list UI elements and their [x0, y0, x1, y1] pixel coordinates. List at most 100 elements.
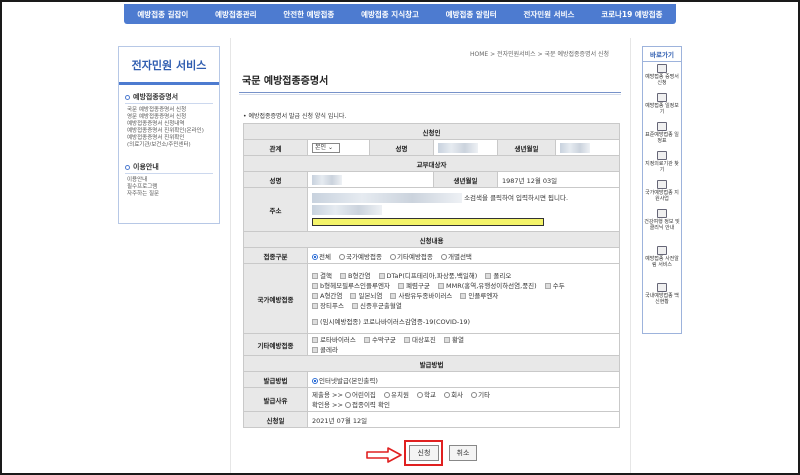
title-divider — [239, 92, 621, 93]
vtype-options: 전체 국가예방접종 기타예방접종 개별선택 — [306, 247, 621, 264]
checkbox-icon — [312, 336, 318, 343]
reason-label: 발급사유 — [243, 387, 308, 412]
nav-item-knowledge[interactable]: 예방접종 지식창고 — [361, 9, 419, 20]
applicant-birth-value — [554, 139, 621, 156]
option-label: 기타예방접종 — [397, 252, 433, 261]
chk-je[interactable]: 일본뇌염 — [350, 292, 382, 300]
sidebar-item-history[interactable]: 예방접종증명서 신청내역 — [127, 121, 219, 128]
quick-item-clinic[interactable]: 지정의료기관 찾기 — [643, 149, 681, 178]
option-label: B형간염 — [348, 271, 371, 280]
option-label: DTaP(디프테리아,파상풍,백일해) — [386, 271, 478, 280]
sidebar-item-korean-cert[interactable]: 국문 예방접종증명서 신청 — [127, 107, 219, 114]
chk-mmr[interactable]: MMR(홍역,유행성이하선염,풍진) — [437, 281, 537, 290]
option-label: MMR(홍역,유행성이하선염,풍진) — [445, 281, 537, 290]
reason-school[interactable]: 학교 — [417, 391, 436, 399]
quick-item-support[interactable]: 국가예방접종 지원사업 — [643, 178, 681, 207]
sidebar-title: 전자민원 서비스 — [119, 47, 219, 85]
checkbox-icon — [340, 272, 347, 279]
reason-daycare[interactable]: 어린이집 — [344, 390, 376, 399]
hospital-icon — [657, 151, 667, 160]
issue-header: 발급방법 — [242, 355, 621, 372]
chk-hfrs[interactable]: 신증후군출혈열 — [352, 302, 402, 310]
sidebar-item-programs[interactable]: 필수프로그램 — [127, 184, 219, 191]
content-divider — [230, 38, 231, 473]
vtype-national[interactable]: 국가예방접종 — [339, 253, 382, 261]
sidebar-item-verify[interactable]: 예방접종증명서 진위확인 — [127, 135, 219, 142]
option-label: 콜레라 — [320, 345, 338, 354]
target-name-value — [307, 171, 434, 188]
printer-icon — [657, 64, 667, 73]
chk-yellowfever[interactable]: 황열 — [443, 335, 464, 344]
reason-kindergarten[interactable]: 유치원 — [383, 391, 409, 399]
chk-dtap[interactable]: DTaP(디프테리아,파상풍,백일해) — [378, 271, 478, 280]
checkbox-icon — [443, 336, 450, 343]
nav-item-alert[interactable]: 예방접종 알림터 — [446, 9, 497, 20]
sidebar-section-label: 예방접종증명서 — [133, 93, 179, 101]
quick-item-alert[interactable]: 예방접종 사전알림 서비스 — [643, 244, 681, 281]
quick-item-standard[interactable]: 표준예방접종 일정표 — [643, 120, 681, 149]
chk-bcg[interactable]: 결핵 — [312, 272, 332, 280]
checkbox-icon — [352, 302, 358, 309]
reason-check-prefix: 확인용 >> — [312, 400, 343, 409]
radio-icon — [339, 253, 346, 260]
option-label: 인플루엔자 — [468, 291, 499, 300]
checkbox-icon — [312, 272, 318, 279]
quick-item-schedule[interactable]: 예방접종 일정보기 — [643, 91, 681, 120]
option-label: 황열 — [451, 335, 464, 344]
nav-item-safety[interactable]: 안전한 예방접종 — [283, 9, 334, 20]
chk-hpv[interactable]: 사람유두종바이러스 — [390, 292, 452, 300]
sidebar-section-certificate: 예방접종증명서 — [125, 91, 213, 104]
quick-item-vaccine[interactable]: 국내예방접종 백신현황 — [643, 281, 681, 310]
vtype-individual[interactable]: 개별선택 — [440, 253, 472, 261]
address-detail-input[interactable] — [312, 217, 544, 226]
quick-item-travel[interactable]: 건강여행 정보 및 클리닉 안내 — [643, 207, 681, 244]
sidebar-item-verify-sub[interactable]: (의료기관/보건소/주민센터) — [127, 142, 219, 149]
chk-pneumo[interactable]: 폐렴구균 — [397, 282, 430, 290]
chk-cholera[interactable]: 콜레라 — [312, 346, 338, 354]
sidebar-item-english-cert[interactable]: 영문 예방접종증명서 신청 — [127, 114, 219, 121]
vtype-all[interactable]: 전체 — [312, 253, 331, 261]
chk-hib[interactable]: b형헤모필루스인플루엔자 — [312, 282, 390, 290]
option-label: 학교 — [424, 390, 436, 399]
radio-icon — [383, 391, 390, 398]
option-label: 어린이집 — [351, 390, 376, 399]
reason-company[interactable]: 회사 — [444, 391, 463, 399]
sidebar-item-faq[interactable]: 자주하는 질문 — [127, 191, 219, 198]
relation-select[interactable]: 본인 ⌄ — [312, 142, 340, 153]
applicant-name-label: 성명 — [369, 139, 434, 156]
radio-icon — [440, 253, 447, 260]
sidebar-list-certificate: 국문 예방접종증명서 신청 영문 예방접종증명서 신청 예방접종증명서 신청내역… — [127, 107, 219, 149]
sidebar-item-verify-online[interactable]: 예방접종증명서 진위확인(온라인) — [127, 128, 219, 135]
redacted-name — [438, 142, 478, 153]
nav-item-guide[interactable]: 예방접종 길잡이 — [137, 9, 188, 20]
chk-zoster[interactable]: 대상포진 — [403, 336, 436, 344]
quick-item-label: 건강여행 정보 및 클리닉 안내 — [644, 219, 680, 231]
chk-rota[interactable]: 로타바이러스 — [312, 336, 356, 344]
vtype-other[interactable]: 기타예방접종 — [390, 253, 433, 261]
radio-icon — [390, 253, 397, 260]
nav-item-management[interactable]: 예방접종관리 — [215, 9, 256, 20]
nav-item-covid[interactable]: 코로나19 예방접종 — [601, 9, 662, 20]
issue-method-label: 발급방법 — [243, 371, 308, 388]
chk-flu[interactable]: 인플루엔자 — [460, 292, 498, 300]
nav-item-eservice[interactable]: 전자민원 서비스 — [523, 9, 574, 20]
chk-polio[interactable]: 폴리오 — [485, 272, 511, 280]
chk-hepb[interactable]: B형간염 — [340, 272, 370, 280]
chk-varicella[interactable]: 수두 — [544, 282, 565, 290]
chk-typhoid[interactable]: 장티푸스 — [312, 302, 344, 310]
apply-button[interactable]: 신청 — [409, 445, 439, 461]
chk-covid19[interactable]: (임시예방접종) 코로나바이러스감염증-19(COVID-19) — [312, 318, 470, 326]
checkbox-icon — [378, 272, 385, 279]
chk-mening[interactable]: 수막구균 — [363, 336, 396, 344]
quick-item-cert[interactable]: 예방접종 증명서 신청 — [643, 62, 681, 91]
relation-label: 관계 — [243, 139, 308, 156]
reason-other[interactable]: 기타 — [471, 391, 490, 399]
reason-history[interactable]: 접종이력 확인 — [344, 401, 390, 409]
date-value: 2021년 07월 12일 — [306, 411, 621, 428]
issue-method-internet[interactable]: 인터넷발급(본인출력) — [312, 377, 378, 385]
quick-item-label: 국내예방접종 백신현황 — [645, 293, 679, 305]
sidebar-item-usage[interactable]: 이용안내 — [127, 177, 219, 184]
cancel-button[interactable]: 취소 — [449, 445, 477, 461]
chk-hepa[interactable]: A형간염 — [312, 292, 342, 300]
radio-icon — [471, 391, 478, 398]
